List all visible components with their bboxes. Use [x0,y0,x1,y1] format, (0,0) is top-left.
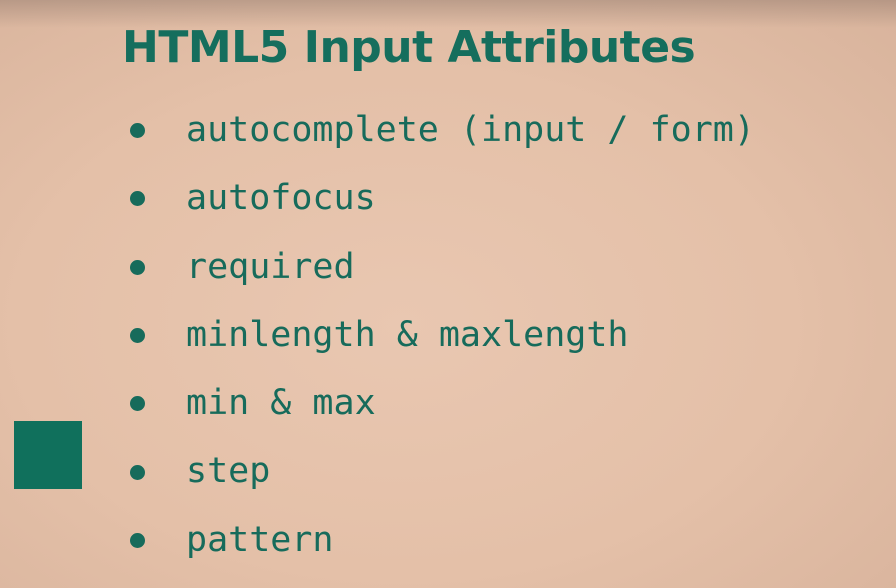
bullet-item-min-max: min & max [126,369,755,437]
bullet-text: required [186,246,355,287]
bullet-text: minlength & maxlength [186,314,629,355]
bullet-dot-icon [130,396,145,412]
bullet-text: autocomplete (input / form) [186,110,755,150]
bullet-dot-icon [130,328,145,344]
bullet-text: step [186,451,271,492]
bullet-dot-icon [130,259,145,275]
bullet-item-pattern: pattern [126,506,755,574]
bullet-item-required: required [126,233,755,301]
bullet-item-autocomplete: autocomplete (input / form) [126,96,755,164]
bullet-list: autocomplete (input / form) autofocus re… [126,96,755,574]
bullet-dot-icon [130,532,145,548]
accent-square [14,421,82,489]
slide-title: HTML5 Input Attributes [122,22,696,73]
bullet-item-autofocus: autofocus [126,164,755,232]
bullet-text: pattern [186,519,334,560]
bullet-dot-icon [130,191,145,207]
bullet-dot-icon [130,123,145,139]
bullet-item-step: step [126,437,755,505]
bullet-item-minlength-maxlength: minlength & maxlength [126,301,755,369]
bullet-text: autofocus [186,178,376,219]
bullet-text: min & max [186,383,376,424]
bullet-dot-icon [130,464,145,480]
